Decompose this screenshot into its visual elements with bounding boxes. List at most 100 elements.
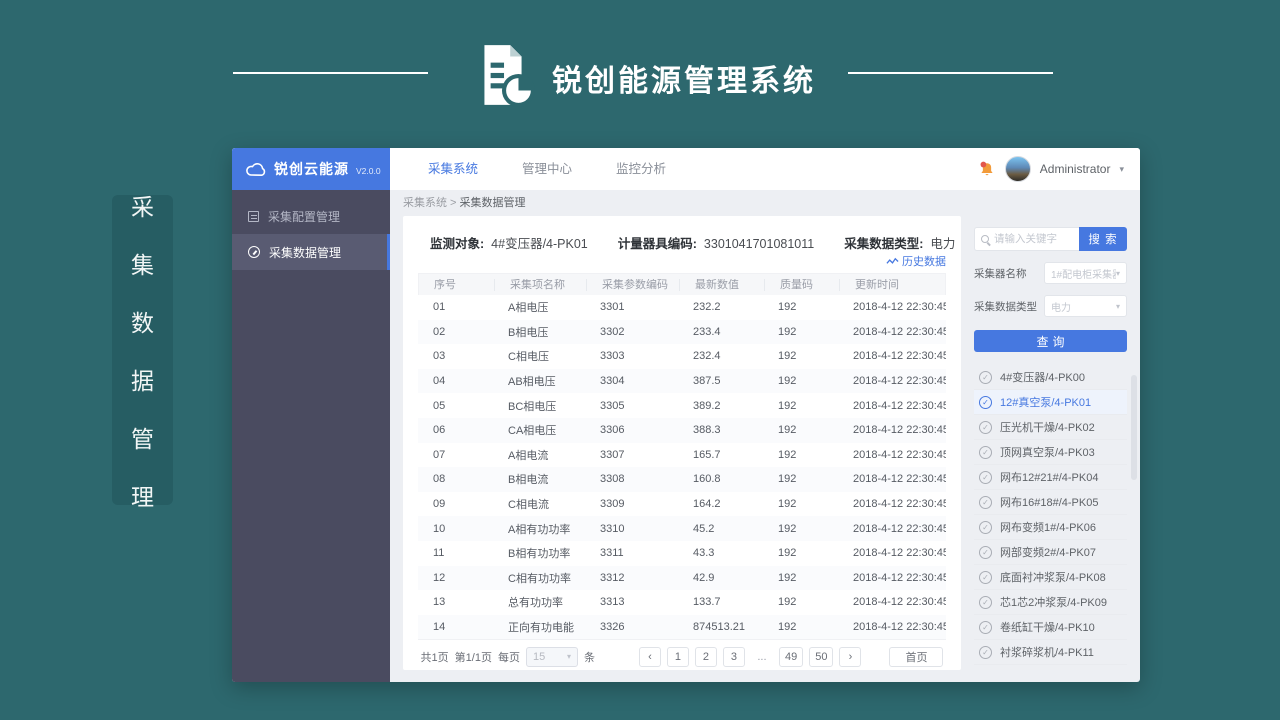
device-item[interactable]: ✓12#真空泵/4-PK01 — [974, 390, 1127, 415]
sidebar-item[interactable]: 采集配置管理 — [232, 198, 390, 234]
collector-select[interactable]: 1#配电柜采集器 ▾ — [1044, 262, 1127, 284]
search-row: 搜 索 — [974, 227, 1127, 251]
gauge-icon — [248, 246, 260, 258]
datatype-filter-row: 采集数据类型 电力 ▾ — [974, 295, 1127, 317]
table-cell: 192 — [763, 375, 838, 387]
sidebar-item[interactable]: 采集数据管理 — [232, 234, 390, 270]
device-item-label: 网布16#18#/4-PK05 — [1000, 494, 1098, 510]
device-item[interactable]: ✓压光机干燥/4-PK02 — [974, 415, 1127, 440]
table-row[interactable]: 04AB相电压3304387.51922018-4-12 22:30:45 — [418, 369, 946, 394]
device-item-label: 4#变压器/4-PK00 — [1000, 369, 1085, 385]
search-box[interactable] — [974, 227, 1079, 251]
grid-icon — [248, 211, 259, 222]
trend-line-icon — [886, 257, 899, 266]
chevron-down-icon[interactable]: ▾ — [1119, 164, 1124, 175]
app-topbar: 锐创云能源 V2.0.0 采集系统管理中心监控分析 Administrator … — [232, 148, 1140, 190]
scrollbar-thumb[interactable] — [1131, 375, 1137, 480]
table-cell: 3303 — [585, 350, 678, 362]
device-item-label: 压光机干燥/4-PK02 — [1000, 419, 1095, 435]
table-cell: 13 — [418, 596, 493, 608]
table-cell: 232.4 — [678, 350, 763, 362]
cloud-icon — [245, 162, 267, 177]
datatype-select[interactable]: 电力 ▾ — [1044, 295, 1127, 317]
check-circle-icon: ✓ — [979, 621, 992, 634]
first-page-button[interactable]: 首页 — [889, 647, 943, 667]
table-cell: 192 — [763, 424, 838, 436]
device-item[interactable]: ✓芯1芯2冲浆泵/4-PK09 — [974, 590, 1127, 615]
history-row: 历史数据 — [418, 253, 946, 271]
device-item-label: 卷纸缸干燥/4-PK10 — [1000, 619, 1095, 635]
check-circle-icon: ✓ — [979, 496, 992, 509]
table-cell: 3310 — [585, 523, 678, 535]
check-circle-icon: ✓ — [979, 596, 992, 609]
table-cell: 3326 — [585, 621, 678, 633]
device-item[interactable]: ✓4#变压器/4-PK00 — [974, 365, 1127, 390]
content-area: 采集系统 > 采集数据管理 监测对象:4#变压器/4-PK01计量器具编码:33… — [390, 190, 1140, 682]
table-row[interactable]: 03C相电压3303232.41922018-4-12 22:30:45 — [418, 344, 946, 369]
table-row[interactable]: 10A相有功功率331045.21922018-4-12 22:30:45 — [418, 516, 946, 541]
device-item[interactable]: ✓网布12#21#/4-PK04 — [974, 465, 1127, 490]
per-page-select[interactable]: 15 ▾ — [526, 647, 578, 667]
history-data-link-label: 历史数据 — [902, 253, 946, 269]
table-row[interactable]: 13总有功功率3313133.71922018-4-12 22:30:45 — [418, 590, 946, 615]
page-number-button[interactable]: 49 — [779, 647, 803, 667]
device-item[interactable]: ✓底面衬冲浆泵/4-PK08 — [974, 565, 1127, 590]
table-cell: 192 — [763, 473, 838, 485]
table-header-cell: 最新数值 — [679, 279, 764, 291]
table-row[interactable]: 09C相电流3309164.21922018-4-12 22:30:45 — [418, 492, 946, 517]
device-item[interactable]: ✓网部变频2#/4-PK07 — [974, 540, 1127, 565]
notification-bell-icon[interactable] — [978, 160, 996, 179]
table-row[interactable]: 12C相有功功率331242.91922018-4-12 22:30:45 — [418, 566, 946, 591]
device-item-label: 顶网真空泵/4-PK03 — [1000, 444, 1095, 460]
page-number-button[interactable]: 50 — [809, 647, 833, 667]
page-number-button[interactable]: 3 — [723, 647, 745, 667]
table-cell: 05 — [418, 400, 493, 412]
table-cell: 164.2 — [678, 498, 763, 510]
history-data-link[interactable]: 历史数据 — [886, 253, 946, 269]
table-row[interactable]: 05BC相电压3305389.21922018-4-12 22:30:45 — [418, 393, 946, 418]
table-cell: 2018-4-12 22:30:45 — [838, 621, 946, 633]
avatar[interactable] — [1005, 156, 1031, 182]
table-cell: 192 — [763, 523, 838, 535]
device-item[interactable]: ✓网布变频1#/4-PK06 — [974, 515, 1127, 540]
table-cell: 3305 — [585, 400, 678, 412]
table-cell: C相电流 — [493, 496, 585, 512]
query-button[interactable]: 查询 — [974, 330, 1127, 352]
device-item-label: 衬浆碎浆机/4-PK11 — [1000, 644, 1094, 660]
table-cell: A相电流 — [493, 447, 585, 463]
device-item[interactable]: ✓ 网布16#18#/4-PK05 — [974, 490, 1127, 515]
table-row[interactable]: 01A相电压3301232.21922018-4-12 22:30:45 — [418, 295, 946, 320]
table-cell: 06 — [418, 424, 493, 436]
table-cell: 10 — [418, 523, 493, 535]
page-number-button[interactable]: 2 — [695, 647, 717, 667]
device-item[interactable]: ✓顶网真空泵/4-PK03 — [974, 440, 1127, 465]
prev-page-button[interactable]: ‹ — [639, 647, 661, 667]
next-page-button[interactable]: › — [839, 647, 861, 667]
table-cell: 2018-4-12 22:30:45 — [838, 498, 946, 510]
chevron-down-icon: ▾ — [1116, 302, 1120, 311]
table-row[interactable]: 02B相电压3302233.41922018-4-12 22:30:45 — [418, 320, 946, 345]
table-row[interactable]: 08B相电流3308160.81922018-4-12 22:30:45 — [418, 467, 946, 492]
breadcrumb-separator: > — [447, 197, 460, 209]
table-row[interactable]: 07A相电流3307165.71922018-4-12 22:30:45 — [418, 443, 946, 468]
table-cell: 03 — [418, 350, 493, 362]
device-item[interactable]: ✓衬浆碎浆机/4-PK11 — [974, 640, 1127, 665]
search-input[interactable] — [994, 233, 1073, 245]
table-row[interactable]: 06CA相电压3306388.31922018-4-12 22:30:45 — [418, 418, 946, 443]
nav-item[interactable]: 监控分析 — [594, 148, 688, 190]
page-number-button[interactable]: 1 — [667, 647, 689, 667]
device-item[interactable]: ✓ 卷纸缸干燥/4-PK10 — [974, 615, 1127, 640]
nav-item[interactable]: 采集系统 — [406, 148, 500, 190]
info-field: 监测对象:4#变压器/4-PK01 — [430, 233, 588, 252]
table-row[interactable]: 14正向有功电能3326874513.211922018-4-12 22:30:… — [418, 615, 946, 640]
datatype-label: 采集数据类型 — [974, 299, 1038, 314]
table-cell: 11 — [418, 547, 493, 559]
search-button[interactable]: 搜 索 — [1079, 227, 1127, 251]
side-tab-char: 管 — [131, 420, 154, 454]
table-row[interactable]: 11B相有功功率331143.31922018-4-12 22:30:45 — [418, 541, 946, 566]
user-name[interactable]: Administrator — [1040, 162, 1111, 176]
nav-item[interactable]: 管理中心 — [500, 148, 594, 190]
table-cell: 192 — [763, 547, 838, 559]
breadcrumb-parent[interactable]: 采集系统 — [403, 197, 447, 209]
current-page-label: 第1/1页 — [455, 649, 492, 665]
